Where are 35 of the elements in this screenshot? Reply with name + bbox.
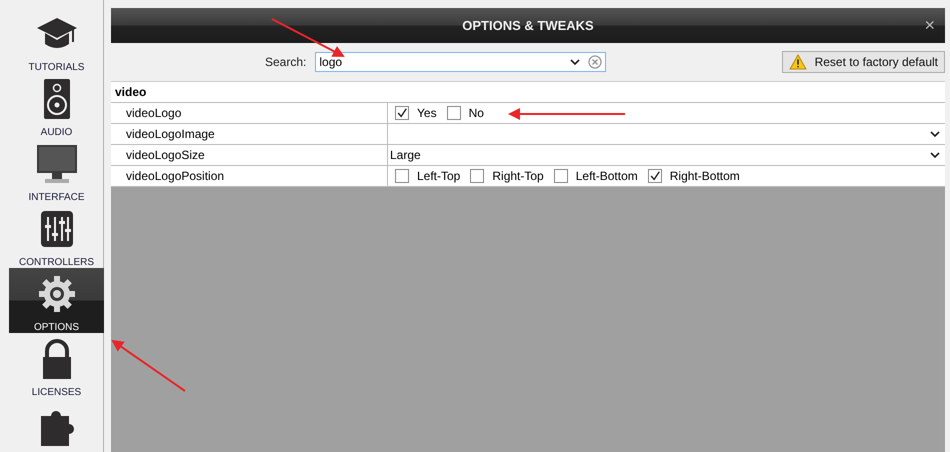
checkbox-label: No: [468, 106, 484, 120]
checkbox[interactable]: [395, 169, 409, 183]
sidebar-item[interactable]: AUDIO: [9, 73, 104, 138]
setting-name: videoLogoSize: [111, 145, 388, 165]
monitor-icon: [34, 142, 78, 186]
setting-name: videoLogoPosition: [111, 166, 388, 186]
close-button[interactable]: ×: [920, 16, 939, 34]
reset-button[interactable]: Reset to factory default: [782, 51, 945, 73]
checkbox[interactable]: [446, 106, 461, 120]
checkbox-label: Left-Bottom: [576, 169, 638, 183]
search-field[interactable]: logo: [315, 52, 606, 72]
warning-icon: [788, 54, 807, 70]
chevron-down-icon: [930, 131, 940, 137]
clear-icon[interactable]: [588, 55, 602, 69]
checkbox[interactable]: [470, 169, 484, 183]
checkbox-label: Yes: [417, 106, 437, 120]
setting-name: videoLogo: [111, 103, 388, 123]
sidebar-item[interactable]: OPTIONS: [9, 268, 104, 333]
group-header: video: [115, 85, 146, 99]
sidebar-item[interactable]: INTERFACE: [9, 138, 104, 203]
checkbox[interactable]: [395, 106, 409, 120]
checkbox-label: Right-Bottom: [670, 169, 740, 183]
window-title: OPTIONS & TWEAKS: [462, 18, 594, 33]
setting-name: videoLogoImage: [111, 124, 388, 144]
dropdown[interactable]: Large: [390, 148, 945, 162]
checkbox[interactable]: [554, 169, 568, 183]
search-label: Search:: [265, 55, 306, 69]
sidebar-item[interactable]: CONTROLLERS: [9, 203, 104, 268]
checkbox[interactable]: [648, 169, 662, 183]
chevron-down-icon: [930, 152, 940, 158]
sidebar-item[interactable]: LICENSES: [9, 333, 104, 398]
chevron-down-icon: [570, 59, 580, 65]
checkbox-label: Left-Top: [417, 169, 460, 183]
checkbox-label: Right-Top: [492, 169, 544, 183]
sidebar-item[interactable]: TUTORIALS: [9, 8, 104, 73]
